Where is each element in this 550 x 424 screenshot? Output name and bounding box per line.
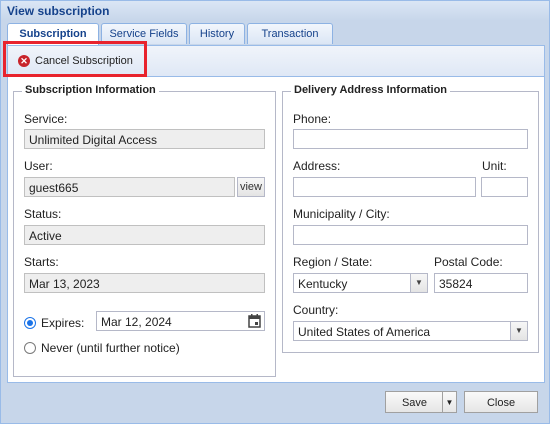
window-title: View subscription	[7, 4, 110, 18]
status-field[interactable]: Active	[24, 225, 265, 245]
delivery-address-fieldset: Delivery Address Information Phone: Addr…	[282, 84, 539, 353]
tab-transaction[interactable]: Transaction	[247, 23, 333, 44]
expires-label: Expires:	[41, 316, 85, 330]
calendar-icon[interactable]	[248, 314, 261, 328]
city-input[interactable]	[293, 225, 528, 245]
user-field[interactable]: guest665	[24, 177, 235, 197]
postal-code-input[interactable]: 35824	[434, 273, 528, 293]
phone-label: Phone:	[293, 112, 332, 126]
never-radio[interactable]	[24, 342, 36, 354]
cancel-subscription-highlight	[3, 41, 147, 77]
subscription-info-legend: Subscription Information	[22, 84, 159, 96]
region-value: Kentucky	[298, 277, 348, 291]
country-value: United States of America	[298, 325, 431, 339]
never-label: Never (until further notice)	[41, 341, 180, 355]
country-label: Country:	[293, 303, 339, 317]
subscription-info-fieldset: Subscription Information Service: Unlimi…	[13, 84, 276, 377]
starts-field[interactable]: Mar 13, 2023	[24, 273, 265, 293]
unit-input[interactable]	[481, 177, 528, 197]
chevron-down-icon[interactable]: ▼	[410, 274, 427, 292]
expires-radio[interactable]	[24, 317, 36, 329]
expires-date-field[interactable]: Mar 12, 2024	[96, 311, 265, 331]
postal-code-label: Postal Code:	[434, 255, 503, 269]
region-select[interactable]: Kentucky ▼	[293, 273, 428, 293]
save-menu-chevron-icon[interactable]: ▼	[442, 391, 457, 413]
unit-label: Unit:	[482, 159, 507, 173]
city-label: Municipality / City:	[293, 207, 390, 221]
status-label: Status:	[24, 207, 62, 221]
view-user-button[interactable]: view	[237, 177, 265, 197]
save-button[interactable]: Save	[385, 391, 443, 413]
address-input[interactable]	[293, 177, 476, 197]
user-label: User:	[24, 159, 53, 173]
chevron-down-icon[interactable]: ▼	[510, 322, 527, 340]
expires-date-value: Mar 12, 2024	[101, 315, 172, 329]
address-label: Address:	[293, 159, 341, 173]
country-select[interactable]: United States of America ▼	[293, 321, 528, 341]
view-subscription-window: View subscription Subscription Service F…	[0, 0, 550, 424]
starts-label: Starts:	[24, 255, 59, 269]
subscription-panel: ✕ Cancel Subscription Subscription Infor…	[7, 45, 545, 383]
delivery-address-legend: Delivery Address Information	[291, 84, 451, 96]
phone-input[interactable]	[293, 129, 528, 149]
service-label: Service:	[24, 112, 68, 126]
window-titlebar[interactable]: View subscription	[1, 1, 549, 21]
tab-history[interactable]: History	[189, 23, 245, 44]
close-button[interactable]: Close	[464, 391, 538, 413]
service-field[interactable]: Unlimited Digital Access	[24, 129, 265, 149]
region-label: Region / State:	[293, 255, 373, 269]
